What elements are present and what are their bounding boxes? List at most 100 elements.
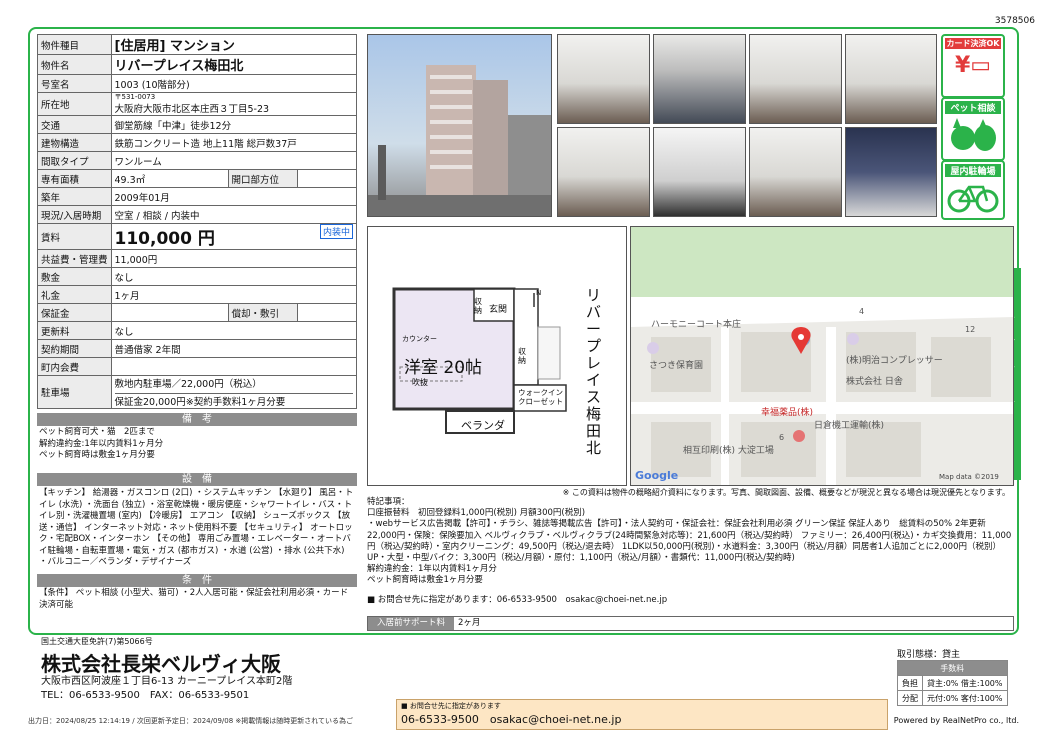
yen-card-icon: ¥▭ <box>954 53 992 78</box>
spec-label: 所在地 <box>37 92 112 116</box>
special-notes-line: ペット飼育時は敷金1ヶ月分要 <box>367 575 483 586</box>
spec-label: 保証金 <box>37 303 112 322</box>
card-payment-badge: カード決済OK ¥▭ <box>941 34 1005 98</box>
special-notes-line: 口座振替料 初回登録料1,000円(税別) 月額300円(税別) <box>367 508 586 519</box>
card-badge-label: カード決済OK <box>945 38 1001 49</box>
google-logo: Google <box>635 469 679 482</box>
spec-row: 礼金 1ヶ月 <box>37 285 358 304</box>
address-text: 大阪府大阪市北区本庄西３丁目5-23 <box>114 104 270 115</box>
spec-label: 物件種目 <box>37 34 112 55</box>
spec-row: 建物構造 鉄筋コンクリート造 地上11階 総戸数37戸 <box>37 133 358 152</box>
bicycle-icon <box>947 185 999 213</box>
spec-value: 110,000 円 内装中 <box>110 223 358 250</box>
special-notes-title: 特記事項： <box>367 497 410 507</box>
spec-value: 御堂筋線「中津」徒歩12分 <box>110 115 358 134</box>
special-notes-line: ・webサービス広告掲載【許可】・チラシ、雑誌等掲載広告【許可】・法人契約可・保… <box>367 519 1012 564</box>
map-label-meiji: (株)明治コンプレッサー <box>846 356 943 366</box>
fee-title: 手数料 <box>897 660 1008 676</box>
spec-row: 物件名 リバープレイス梅田北 <box>37 54 358 75</box>
pet-icon <box>951 118 996 151</box>
facilities-body: 【キッチン】 給湯器・ガスコンロ (2口) ・システムキッチン 【水廻り】 風呂… <box>39 488 354 567</box>
spec-label: 契約期間 <box>37 339 112 358</box>
spec-label: 間取タイプ <box>37 151 112 170</box>
photo-washroom <box>749 127 842 217</box>
spec-value: 普通借家 2年間 <box>110 339 358 358</box>
remarks-line: ペット飼育時は敷金1ヶ月分要 <box>39 450 155 460</box>
fee-row-label: 負担 <box>897 675 923 691</box>
fee-row-value: 貸主:0% 借主:100% <box>922 675 1008 691</box>
trade-type: 取引態様：貸主 <box>897 650 961 660</box>
floorplan-storage-1: 収納 <box>474 297 482 315</box>
spec-row: 号室名 1003 (10階部分) <box>37 74 358 93</box>
spec-value: 1ヶ月 <box>110 285 358 304</box>
floorplan-counter: カウンター <box>402 335 437 343</box>
floorplan-genkan: 玄関 <box>489 305 508 315</box>
map-label-sogo: 相互印刷(株) 大淀工場 <box>683 446 774 456</box>
spec-value <box>110 303 229 322</box>
pet-badge-label: ペット相談 <box>945 101 1001 114</box>
spec-value: なし <box>110 267 358 286</box>
map-panel[interactable]: ハーモニーコート本庄 さつき保育園 (株)明治コンプレッサー 株式会社 日舎 幸… <box>630 226 1014 486</box>
map-number-4: 4 <box>859 307 865 316</box>
spec-row: 共益費・管理費 11,000円 <box>37 249 358 268</box>
spec-row: 専有面積 49.3㎡ 開口部方位 <box>37 169 358 188</box>
floorplan-veranda: ベランダ <box>461 419 505 432</box>
photo-bathroom <box>845 127 937 217</box>
floorplan-room-label: 洋室 20帖 <box>404 358 483 378</box>
spec-value: なし <box>110 321 358 340</box>
contact-box: ■ お問合せ先に指定があります 06-6533-9500 osakac@choe… <box>396 699 888 730</box>
spec-value: ワンルーム <box>110 151 358 170</box>
spec-value: 49.3㎡ <box>110 169 229 188</box>
map-number-6: 6 <box>779 433 785 442</box>
spec-row: 賃料 110,000 円 内装中 <box>37 223 358 250</box>
spec-value: リバープレイス梅田北 <box>110 54 358 75</box>
spec-label: 号室名 <box>37 74 112 93</box>
support-fee-value: 2ヶ月 <box>458 618 481 628</box>
spec-label: 交通 <box>37 115 112 134</box>
property-spec-table: 物件種目 [住居用] マンション 物件名 リバープレイス梅田北 号室名 1003 (10階… <box>37 34 358 409</box>
rent-amount: 110,000 円 <box>114 229 215 249</box>
fee-row-value: 元付:0% 客付:100% <box>922 690 1008 706</box>
spec-sub-value <box>296 303 358 322</box>
postal-code: 〒531-0073 <box>114 93 156 101</box>
photo-entrance <box>557 34 650 124</box>
contact-label: ■ お問合せ先に指定があります <box>401 702 501 710</box>
spec-row: 更新料 なし <box>37 321 358 340</box>
spec-label: 共益費・管理費 <box>37 249 112 268</box>
facilities-header: 設 備 <box>37 473 357 486</box>
floorplan-panel: リバープレイス梅田北 洋室 20帖 吹抜 カウンター 収納 玄関 収納 ウォーク… <box>367 226 627 486</box>
fee-row-label: 分配 <box>897 690 923 706</box>
spec-row: 駐車場 敷地内駐車場／22,000円（税込） 保証金20,000円※契約手数料1ヶ月… <box>37 375 358 409</box>
spec-row: 物件種目 [住居用] マンション <box>37 34 358 55</box>
spec-value: 敷地内駐車場／22,000円（税込） 保証金20,000円※契約手数料1ヶ月分要 <box>110 375 358 409</box>
spec-value: 〒531-0073 大阪府大阪市北区本庄西３丁目5-23 <box>110 92 358 116</box>
output-info: 出力日：2024/08/25 12:14:19 / 次回更新予定日：2024/0… <box>28 717 354 725</box>
remarks-body: ペット飼育可犬・猫 2匹まで 解約違約金:1年以内賃料1ヶ月分 ペット飼育時は敷金1… <box>37 427 357 462</box>
spec-value: 2009年01月 <box>110 187 358 206</box>
photo-room-3 <box>845 34 937 124</box>
remarks-line: ペット飼育可犬・猫 2匹まで <box>39 427 155 437</box>
spec-row: 現況/入居時期 空室 / 相談 / 内装中 <box>37 205 358 224</box>
spec-sub-label: 開口部方位 <box>227 169 298 188</box>
spec-sub-label: 償却・敷引 <box>227 303 298 322</box>
map-credit: Map data ©2019 <box>939 473 999 481</box>
interior-work-badge: 内装中 <box>319 224 353 239</box>
contact-value: 06-6533-9500 osakac@choei-net.ne.jp <box>401 713 622 726</box>
bike-badge-label: 屋内駐輪場 <box>945 164 1001 177</box>
special-inquiry: ■ お問合せ先に指定があります：06-6533-9500 osakac@choe… <box>367 594 668 605</box>
indoor-bike-badge: 屋内駐輪場 <box>941 160 1005 220</box>
spec-label: 築年 <box>37 187 112 206</box>
map-label-kofuku: 幸福薬品(株) <box>761 408 814 418</box>
spec-value: [住居用] マンション <box>110 34 358 55</box>
conditions-body: 【条件】 ペット相談 (小型犬、猫可) ・2人入居可能・保証会社利用必須・カード… <box>39 588 349 610</box>
spec-value: 鉄筋コンクリート造 地上11階 総戸数37戸 <box>110 133 358 152</box>
spec-label: 町内会費 <box>37 357 112 376</box>
floorplan-storage-2: 収納 <box>518 347 526 365</box>
map-label-nikkura: 日倉機工運輸(株) <box>814 421 885 431</box>
document-id: 3578506 <box>994 16 1035 26</box>
company-address: 大阪市西区阿波座１丁目6-13 カーニープレイス本町2階 <box>41 676 293 687</box>
special-notes-line: 解約違約金：1年以内賃料1ヶ月分 <box>367 564 497 575</box>
spec-row: 交通 御堂筋線「中津」徒歩12分 <box>37 115 358 134</box>
spec-value: 11,000円 <box>110 249 358 268</box>
fee-table: 手数料 負担 貸主:0% 借主:100% 分配 元付:0% 客付:100% <box>897 660 1008 706</box>
